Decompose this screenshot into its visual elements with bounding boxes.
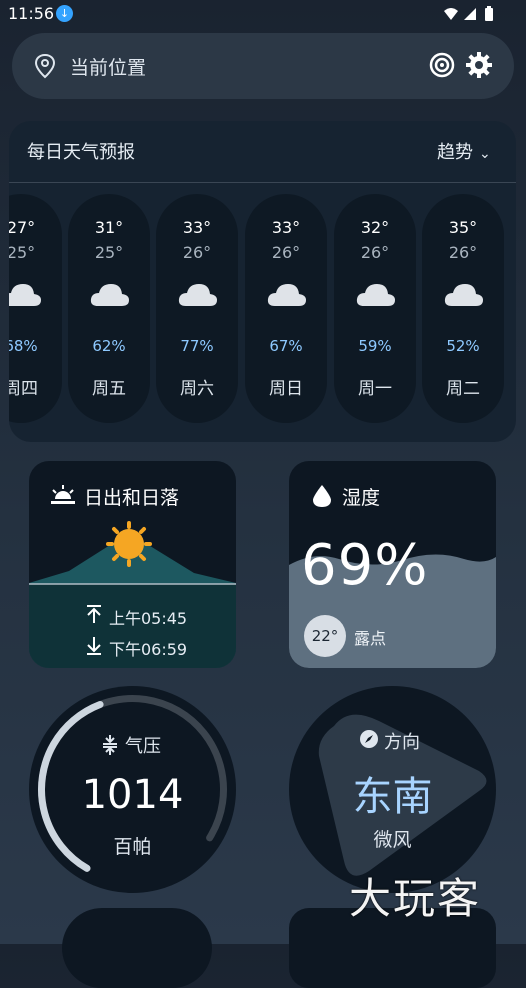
arrow-up-icon <box>87 605 101 623</box>
sunrise-icon <box>51 485 75 504</box>
forecast-days-scroller[interactable]: 27° 25° 68% 周四 31° 25° 62% 周五 33° 26° 77… <box>9 121 516 442</box>
day-high: 31° <box>94 218 124 237</box>
locate-target-icon[interactable] <box>428 51 456 79</box>
water-drop-icon <box>313 485 331 507</box>
day-low: 26° <box>448 243 478 262</box>
compass-icon <box>360 730 378 748</box>
pressure-value: 1014 <box>81 772 184 818</box>
cloud-icon <box>90 284 129 306</box>
sunrise-title: 日出和日落 <box>84 487 180 509</box>
dew-point-label: 露点 <box>354 629 387 648</box>
forecast-day[interactable]: 27° 25° 68% 周四 <box>9 194 62 423</box>
day-precip: 62% <box>92 337 126 355</box>
day-high: 32° <box>360 218 390 237</box>
day-precip: 67% <box>269 337 303 355</box>
day-low: 26° <box>271 243 301 262</box>
forecast-day[interactable]: 32° 26° 59% 周一 <box>334 194 416 423</box>
sun-icon <box>106 521 152 567</box>
forecast-day[interactable]: 31° 25° 62% 周五 <box>68 194 150 423</box>
cell-signal-icon <box>464 8 476 20</box>
day-low: 25° <box>94 243 124 262</box>
daily-forecast-card: 每日天气预报 趋势 ⌄ 27° 25° 68% 周四 31° 25° 62% 周五… <box>9 121 516 442</box>
day-precip: 77% <box>180 337 214 355</box>
forecast-day[interactable]: 33° 26° 77% 周六 <box>156 194 238 423</box>
cloud-icon <box>356 284 395 306</box>
pressure-card[interactable]: 气压 1014 百帕 <box>29 686 236 893</box>
status-bar: 11:56 ↓ <box>0 0 526 28</box>
day-name: 周日 <box>269 379 303 399</box>
day-precip: 59% <box>358 337 392 355</box>
next-card-left[interactable] <box>62 908 212 988</box>
wind-speed: 微风 <box>373 829 412 851</box>
humidity-value: 69% <box>301 533 429 598</box>
cloud-icon <box>178 284 217 306</box>
day-low: 26° <box>360 243 390 262</box>
day-name: 周六 <box>180 379 214 399</box>
sunrise-time: 上午05:45 <box>109 609 188 628</box>
day-name: 周二 <box>446 379 480 399</box>
arrow-down-icon <box>87 637 101 655</box>
status-time: 11:56 <box>8 4 55 23</box>
humidity-title: 湿度 <box>342 487 381 509</box>
forecast-day[interactable]: 33° 26° 67% 周日 <box>245 194 327 423</box>
day-high: 33° <box>271 218 301 237</box>
sunrise-sunset-card[interactable]: 日出和日落 上午05:45 下午06:59 <box>29 461 236 668</box>
cloud-icon <box>9 284 41 306</box>
day-precip: 52% <box>446 337 480 355</box>
battery-icon <box>485 8 493 21</box>
sunset-time: 下午06:59 <box>109 640 188 659</box>
signal-battery-icons <box>444 6 493 21</box>
pressure-icon <box>103 735 117 755</box>
location-label: 当前位置 <box>70 57 147 79</box>
wind-direction: 东南 <box>352 774 433 820</box>
pressure-unit: 百帕 <box>113 836 152 858</box>
humidity-card[interactable]: 湿度 69% 22° 露点 <box>289 461 496 668</box>
wind-title: 方向 <box>384 732 420 753</box>
dew-point-value: 22° <box>304 615 346 657</box>
location-pin-icon <box>34 53 56 79</box>
day-name: 周四 <box>9 379 38 399</box>
wind-card[interactable]: 方向 东南 微风 <box>289 686 496 893</box>
forecast-day[interactable]: 35° 26° 52% 周二 <box>422 194 504 423</box>
day-high: 27° <box>9 218 36 237</box>
day-name: 周一 <box>358 379 392 399</box>
day-high: 35° <box>448 218 478 237</box>
day-name: 周五 <box>92 379 126 399</box>
day-low: 26° <box>182 243 212 262</box>
day-low: 25° <box>9 243 36 262</box>
wifi-icon <box>444 8 458 20</box>
download-icon: ↓ <box>56 5 73 22</box>
day-precip: 68% <box>9 337 38 355</box>
cloud-icon <box>444 284 483 306</box>
day-high: 33° <box>182 218 212 237</box>
cloud-icon <box>267 284 306 306</box>
location-search-bar[interactable]: 当前位置 <box>12 33 514 99</box>
pressure-title: 气压 <box>125 736 161 757</box>
watermark: 大玩客 <box>349 874 482 923</box>
settings-gear-icon[interactable] <box>465 51 493 79</box>
